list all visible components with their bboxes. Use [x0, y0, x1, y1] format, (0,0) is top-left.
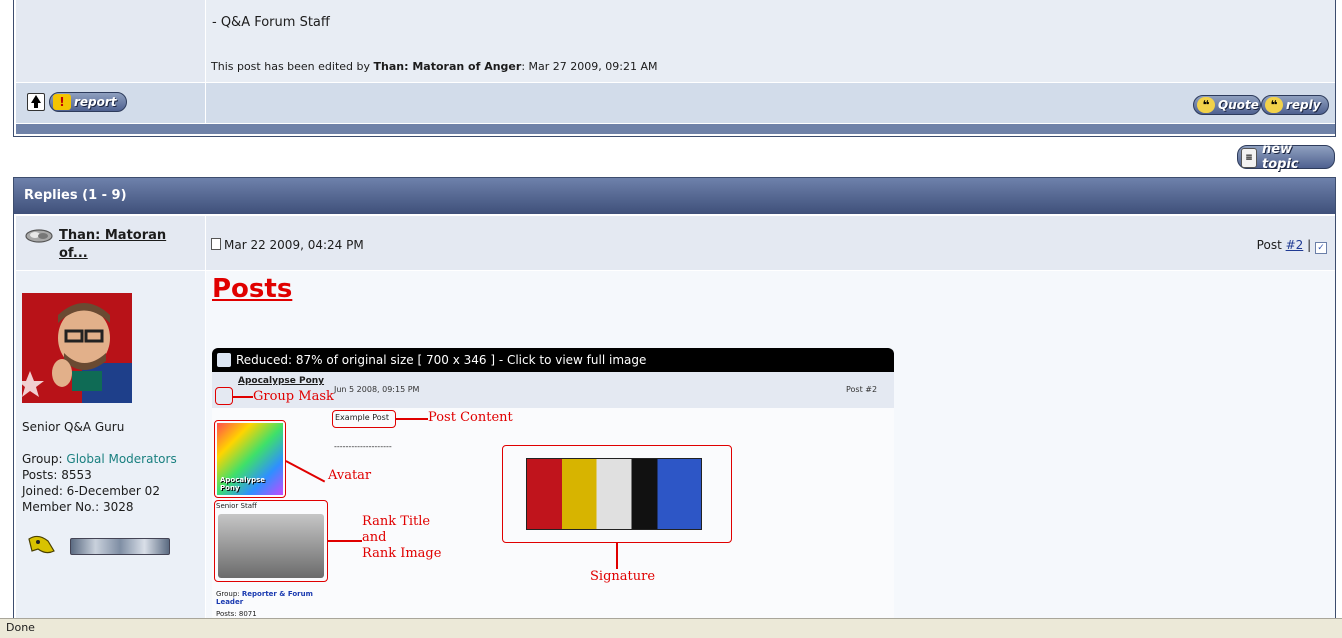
embedded-group: Group: Reporter & Forum Leader: [216, 590, 313, 606]
embedded-screenshot-image[interactable]: Apocalypse Pony Jun 5 2008, 09:15 PM Pos…: [212, 372, 894, 632]
rank-mask-icon: [28, 535, 55, 554]
replies-table: Replies (1 - 9) Than: Matoran of... Mar …: [13, 177, 1336, 638]
replies-header: Replies (1 - 9): [14, 178, 1335, 214]
author-member-number: Member No.: 3028: [22, 500, 134, 514]
browser-status-bar: Done: [0, 618, 1342, 638]
embedded-avatar-text: Apocalypse Pony: [220, 476, 265, 492]
image-icon: [217, 353, 231, 367]
author-post-count: Posts: 8553: [22, 468, 92, 482]
author-joined: Joined: 6-December 02: [22, 484, 160, 498]
annotation-rank-title: Rank Title: [362, 514, 431, 529]
embedded-posts: Posts: 8071: [216, 610, 257, 618]
post-action-bar-right: ❝ Quote ❝ reply: [206, 83, 1335, 123]
embedded-user: Apocalypse Pony: [238, 376, 325, 386]
page-icon: [211, 238, 221, 250]
previous-post-body: - Q&A Forum Staff This post has been edi…: [206, 0, 1335, 82]
embedded-rank-image: [218, 514, 324, 578]
edit-user: Than: Matoran of Anger: [373, 60, 522, 73]
annotation-signature: Signature: [590, 569, 656, 584]
quote-icon: ❝: [1197, 97, 1215, 113]
post-footer-bar: [16, 124, 1335, 134]
scroll-top-button[interactable]: [27, 93, 45, 111]
post-action-bar-left: ! report: [16, 83, 205, 123]
embedded-signature-image: [526, 458, 702, 530]
previous-post: - Q&A Forum Staff This post has been edi…: [13, 0, 1336, 137]
annotation-and: and: [362, 530, 387, 545]
annotation-rank-image: Rank Image: [362, 546, 442, 561]
reply-button[interactable]: ❝ reply: [1261, 95, 1329, 115]
embedded-dashes: --------------------: [334, 442, 392, 451]
embedded-example-post: Example Post: [335, 413, 389, 422]
warning-icon: !: [53, 94, 71, 110]
annotation-post-content: Post Content: [428, 410, 513, 425]
embedded-date: Jun 5 2008, 09:15 PM: [334, 385, 420, 394]
group-link[interactable]: Global Moderators: [66, 452, 176, 466]
rank-title: Senior Q&A Guru: [22, 420, 125, 434]
rank-bar-image: [70, 538, 170, 555]
post-header-cell: [206, 216, 1335, 270]
image-resize-notice[interactable]: Reduced: 87% of original size [ 700 x 34…: [212, 348, 894, 372]
annotation-avatar: Avatar: [328, 468, 372, 483]
document-icon: ≡: [1241, 148, 1257, 168]
post-number: Post #2 | ✓: [1257, 238, 1327, 254]
post-author-link[interactable]: Than: Matoran of...: [59, 227, 184, 263]
select-post-checkbox[interactable]: ✓: [1315, 242, 1327, 254]
report-button[interactable]: ! report: [49, 92, 127, 112]
annotation-group-mask: Group Mask: [253, 389, 334, 404]
quote-button[interactable]: ❝ Quote: [1193, 95, 1261, 115]
previous-post-author-column: [16, 0, 205, 82]
embedded-post-number: Post #2: [846, 385, 878, 394]
post-date: Mar 22 2009, 04:24 PM: [211, 238, 364, 252]
author-avatar: [22, 293, 132, 403]
reply-icon: ❝: [1265, 97, 1283, 113]
signature-line: - Q&A Forum Staff: [212, 15, 330, 30]
post-title: Posts: [212, 274, 293, 304]
new-topic-button[interactable]: ≡ new topic: [1237, 142, 1335, 172]
group-mask-icon: [25, 229, 53, 243]
post-number-link[interactable]: #2: [1286, 238, 1304, 252]
edit-note: This post has been edited by Than: Mator…: [211, 60, 658, 73]
author-group: Group: Global Moderators: [22, 452, 177, 466]
